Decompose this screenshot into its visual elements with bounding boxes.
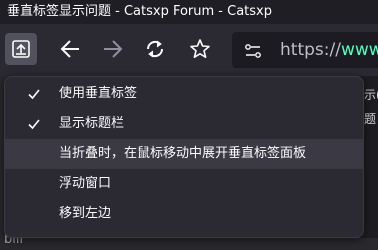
site-permissions-icon[interactable]	[244, 42, 262, 60]
menu-item-label: 显示标题栏	[59, 116, 125, 131]
sidebar-tab-icon	[12, 40, 30, 58]
url-host: www	[340, 40, 378, 60]
page-content-bottom	[0, 238, 378, 250]
menu-item-label: 当折叠时，在鼠标移动中展开垂直标签面板	[59, 146, 307, 161]
menu-item-expand-on-hover[interactable]: 当折叠时，在鼠标移动中展开垂直标签面板	[5, 139, 363, 169]
reload-icon	[146, 40, 164, 58]
url-prefix: https://	[280, 40, 341, 60]
menu-item-floating-window[interactable]: 浮动窗口	[5, 169, 363, 199]
sidebar-toggle-button[interactable]	[5, 33, 37, 65]
menu-item-move-to-left[interactable]: 移到左边	[5, 199, 363, 229]
checkmark-icon	[28, 119, 40, 130]
arrow-left-icon	[60, 40, 79, 58]
menu-item-show-title-bar[interactable]: 显示标题栏	[5, 109, 363, 139]
menu-item-use-vertical-tabs[interactable]: 使用垂直标签	[5, 79, 363, 109]
checkmark-icon	[28, 89, 40, 100]
url-bar[interactable]: https://www	[232, 32, 378, 68]
background-text: 题	[364, 112, 377, 126]
menu-item-label: 使用垂直标签	[59, 86, 138, 101]
window-title-bar: 垂直标签显示问题 - Catsxp Forum - Catsxp	[0, 0, 378, 24]
star-icon	[190, 39, 210, 58]
bookmark-button[interactable]	[184, 33, 216, 65]
window-title: 垂直标签显示问题 - Catsxp Forum - Catsxp	[7, 4, 272, 19]
forward-button[interactable]	[97, 33, 129, 65]
vertical-tabs-context-menu: 使用垂直标签 显示标题栏 当折叠时，在鼠标移动中展开垂直标签面板 浮动窗口 移到…	[4, 76, 364, 238]
reload-button[interactable]	[139, 33, 171, 65]
menu-item-label: 移到左边	[59, 206, 112, 221]
browser-window: 垂直标签显示问题 - Catsxp Forum - Catsxp https:/…	[0, 0, 378, 250]
navigation-toolbar: https://www	[0, 24, 378, 76]
menu-item-label: 浮动窗口	[59, 176, 112, 191]
arrow-right-icon	[104, 40, 123, 58]
url-text: https://www	[280, 32, 378, 68]
background-text: 示(	[364, 88, 378, 102]
back-button[interactable]	[54, 33, 86, 65]
